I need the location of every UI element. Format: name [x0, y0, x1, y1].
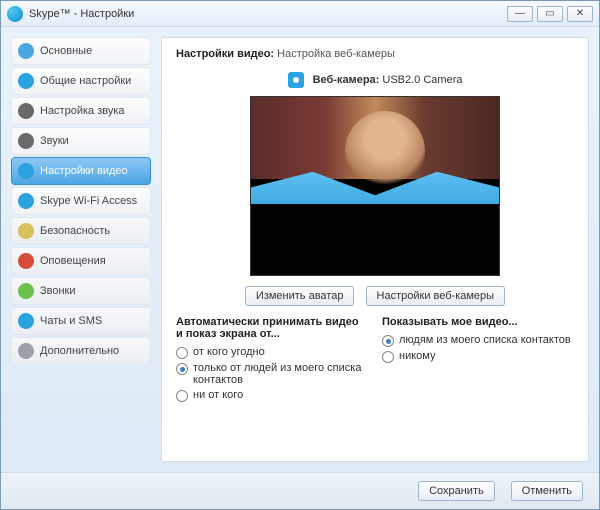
receive-option-1[interactable]: только от людей из моего списка контакто…	[176, 362, 368, 386]
sidebar-item-0[interactable]: Основные	[11, 37, 151, 65]
radio-icon[interactable]	[382, 335, 394, 347]
webcam-label: Веб-камера:	[313, 74, 380, 86]
cancel-button[interactable]: Отменить	[511, 481, 583, 501]
receive-video-heading: Автоматически принимать видео и показ эк…	[176, 316, 368, 340]
webcam-line: Веб-камера: USB2.0 Camera	[176, 72, 574, 88]
sidebar-icon	[18, 313, 34, 329]
radio-label: никому	[399, 350, 435, 362]
sidebar-item-label: Чаты и SMS	[40, 315, 102, 327]
sidebar-item-label: Дополнительно	[40, 345, 119, 357]
radio-label: ни от кого	[193, 389, 243, 401]
sidebar-icon	[18, 73, 34, 89]
sidebar-item-4[interactable]: Настройки видео	[11, 157, 151, 185]
radio-label: от кого угодно	[193, 346, 265, 358]
show-option-0[interactable]: людям из моего списка контактов	[382, 334, 574, 347]
webcam-icon	[288, 72, 304, 88]
radio-label: только от людей из моего списка контакто…	[193, 362, 368, 386]
sidebar-item-1[interactable]: Общие настройки	[11, 67, 151, 95]
maximize-button[interactable]: ▭	[537, 6, 563, 22]
sidebar-item-label: Настройка звука	[40, 105, 125, 117]
sidebar-item-label: Общие настройки	[40, 75, 131, 87]
sidebar: Основные Общие настройки Настройка звука Зв…	[11, 37, 151, 462]
sidebar-icon	[18, 223, 34, 239]
titlebar[interactable]: Skype™ - Настройки — ▭ ✕	[1, 1, 599, 27]
sidebar-item-5[interactable]: Skype Wi-Fi Access	[11, 187, 151, 215]
sidebar-item-label: Звуки	[40, 135, 69, 147]
show-video-heading: Показывать мое видео...	[382, 316, 574, 328]
webcam-settings-button[interactable]: Настройки веб-камеры	[366, 286, 506, 306]
sidebar-item-label: Безопасность	[40, 225, 110, 237]
radio-label: людям из моего списка контактов	[399, 334, 571, 346]
receive-video-options: от кого угодно только от людей из моего с…	[176, 346, 368, 402]
sidebar-icon	[18, 193, 34, 209]
sidebar-item-6[interactable]: Безопасность	[11, 217, 151, 245]
sidebar-item-7[interactable]: Оповещения	[11, 247, 151, 275]
panel-header-bold: Настройки видео:	[176, 48, 274, 60]
save-button[interactable]: Сохранить	[418, 481, 495, 501]
video-preview	[250, 96, 500, 276]
radio-icon[interactable]	[382, 351, 394, 363]
sidebar-icon	[18, 163, 34, 179]
change-avatar-button[interactable]: Изменить аватар	[245, 286, 355, 306]
footer: Сохранить Отменить	[1, 472, 599, 509]
sidebar-item-10[interactable]: Дополнительно	[11, 337, 151, 365]
radio-icon[interactable]	[176, 363, 188, 375]
receive-option-2[interactable]: ни от кого	[176, 389, 368, 402]
radio-icon[interactable]	[176, 390, 188, 402]
panel-header: Настройки видео: Настройка веб-камеры	[176, 48, 574, 60]
sidebar-icon	[18, 343, 34, 359]
sidebar-item-label: Звонки	[40, 285, 76, 297]
sidebar-icon	[18, 133, 34, 149]
window-controls: — ▭ ✕	[507, 6, 593, 22]
options-columns: Автоматически принимать видео и показ эк…	[176, 316, 574, 405]
sidebar-item-9[interactable]: Чаты и SMS	[11, 307, 151, 335]
show-video-options: людям из моего списка контактов никому	[382, 334, 574, 363]
sidebar-item-8[interactable]: Звонки	[11, 277, 151, 305]
skype-icon	[7, 6, 23, 22]
receive-option-0[interactable]: от кого угодно	[176, 346, 368, 359]
sidebar-item-label: Основные	[40, 45, 92, 57]
show-option-1[interactable]: никому	[382, 350, 574, 363]
minimize-button[interactable]: —	[507, 6, 533, 22]
main-panel: Настройки видео: Настройка веб-камеры Ве…	[161, 37, 589, 462]
sidebar-item-3[interactable]: Звуки	[11, 127, 151, 155]
window-title: Skype™ - Настройки	[29, 8, 507, 20]
sidebar-item-label: Настройки видео	[40, 165, 128, 177]
sidebar-item-label: Оповещения	[40, 255, 106, 267]
close-button[interactable]: ✕	[567, 6, 593, 22]
radio-icon[interactable]	[176, 347, 188, 359]
preview-buttons: Изменить аватар Настройки веб-камеры	[176, 286, 574, 306]
content: Основные Общие настройки Настройка звука Зв…	[1, 27, 599, 472]
sidebar-icon	[18, 283, 34, 299]
receive-video-column: Автоматически принимать видео и показ эк…	[176, 316, 368, 405]
sidebar-icon	[18, 253, 34, 269]
panel-header-rest: Настройка веб-камеры	[277, 48, 395, 60]
sidebar-icon	[18, 43, 34, 59]
settings-window: Skype™ - Настройки — ▭ ✕ Основные Общие н…	[0, 0, 600, 510]
show-video-column: Показывать мое видео... людям из моего с…	[382, 316, 574, 405]
sidebar-item-2[interactable]: Настройка звука	[11, 97, 151, 125]
sidebar-item-label: Skype Wi-Fi Access	[40, 195, 137, 207]
sidebar-icon	[18, 103, 34, 119]
webcam-name: USB2.0 Camera	[382, 74, 462, 86]
